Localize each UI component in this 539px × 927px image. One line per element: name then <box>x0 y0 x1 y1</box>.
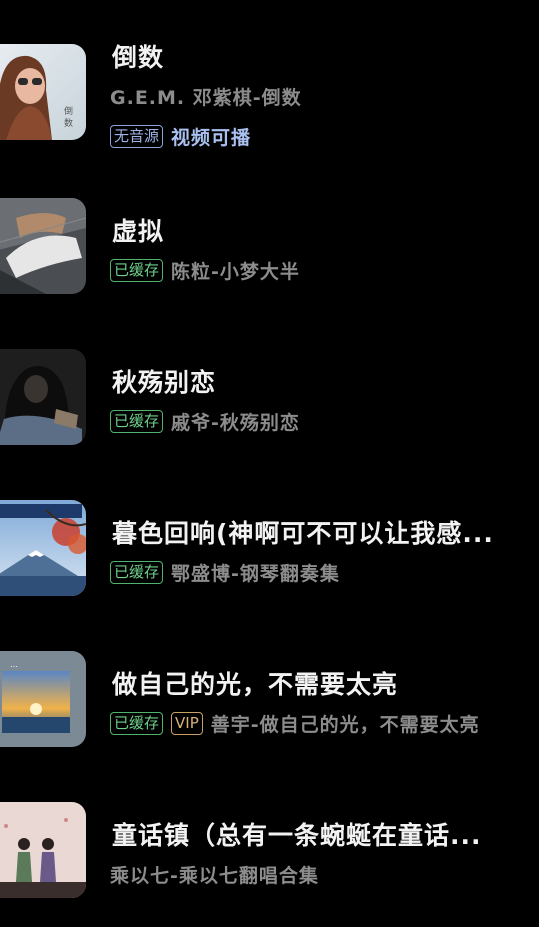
song-meta: 已缓存 VIP 善宇-做自己的光，不需要太亮 <box>110 711 480 736</box>
song-title: 倒数 <box>112 43 165 72</box>
song-title: 做自己的光，不需要太亮 <box>112 670 399 699</box>
artist-album: 戚爷-秋殇别恋 <box>171 411 300 434</box>
song-row[interactable]: 童话镇（总有一条蜿蜒在童话... 乘以七-乘以七翻唱合集 <box>0 802 539 902</box>
song-meta: 乘以七-乘以七翻唱合集 <box>110 862 319 887</box>
song-title: 童话镇（总有一条蜿蜒在童话... <box>112 821 482 850</box>
artist-album: 鄂盛博-钢琴翻奏集 <box>171 562 340 585</box>
hands-illustration-icon <box>0 198 86 294</box>
no-source-badge: 无音源 <box>110 124 164 148</box>
song-row[interactable]: … 做自己的光，不需要太亮 已缓存 VIP 善宇-做自己的光，不需要太亮 <box>0 651 539 751</box>
song-meta: G.E.M. 邓紫棋-倒数 <box>110 84 302 109</box>
song-badges: 无音源 视频可播 <box>110 123 251 150</box>
video-playable-link[interactable]: 视频可播 <box>171 123 251 150</box>
cached-badge: 已缓存 <box>110 560 164 584</box>
vip-badge: VIP <box>171 711 203 735</box>
artist-album: G.E.M. 邓紫棋-倒数 <box>110 86 302 109</box>
artist-album: 陈粒-小梦大半 <box>171 260 300 283</box>
song-title: 秋殇别恋 <box>112 368 217 397</box>
song-row[interactable]: 暮色回响(神啊可不可以让我感... 已缓存 鄂盛博-钢琴翻奏集 <box>0 500 539 600</box>
album-cover[interactable]: … <box>0 651 86 747</box>
song-meta: 已缓存 陈粒-小梦大半 <box>110 258 300 283</box>
svg-text:数: 数 <box>64 117 73 129</box>
cached-badge: 已缓存 <box>110 258 164 282</box>
song-meta: 已缓存 戚爷-秋殇别恋 <box>110 409 300 434</box>
album-cover[interactable] <box>0 198 86 294</box>
couple-illustration-icon <box>0 802 86 898</box>
album-cover[interactable]: 倒 数 <box>0 44 86 140</box>
mount-fuji-landscape-icon <box>0 500 86 596</box>
song-title: 暮色回响(神啊可不可以让我感... <box>112 519 494 548</box>
hooded-figure-icon <box>0 349 86 445</box>
album-cover[interactable] <box>0 349 86 445</box>
portrait-woman-sunglasses-icon: 倒 数 <box>0 44 86 140</box>
artist-album: 乘以七-乘以七翻唱合集 <box>110 864 319 887</box>
song-row[interactable]: 倒 数 倒数 G.E.M. 邓紫棋-倒数 无音源 视频可播 <box>0 43 539 149</box>
cached-badge: 已缓存 <box>110 409 164 433</box>
svg-text:倒: 倒 <box>64 105 73 117</box>
song-row[interactable]: 秋殇别恋 已缓存 戚爷-秋殇别恋 <box>0 349 539 449</box>
album-cover[interactable] <box>0 500 86 596</box>
song-row[interactable]: 虚拟 已缓存 陈粒-小梦大半 <box>0 198 539 298</box>
song-title: 虚拟 <box>112 217 165 246</box>
song-list: 倒 数 倒数 G.E.M. 邓紫棋-倒数 无音源 视频可播 虚拟 已缓存 陈粒-… <box>0 0 539 927</box>
sunset-painting-icon: … <box>0 651 86 747</box>
album-cover[interactable] <box>0 802 86 898</box>
cached-badge: 已缓存 <box>110 711 164 735</box>
song-meta: 已缓存 鄂盛博-钢琴翻奏集 <box>110 560 340 585</box>
svg-text:…: … <box>10 660 18 669</box>
artist-album: 善宇-做自己的光，不需要太亮 <box>210 713 480 736</box>
